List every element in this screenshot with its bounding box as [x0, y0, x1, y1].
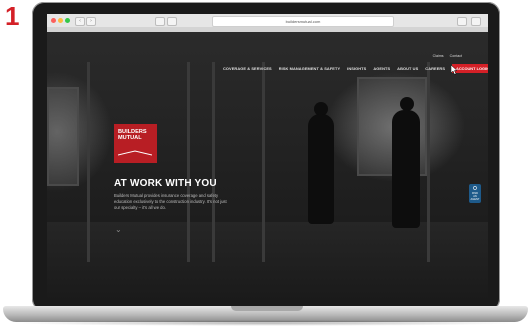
find-an-agent-label: FIND AN AGENT	[470, 192, 480, 201]
hero-heading: AT WORK WITH YOU	[114, 178, 217, 189]
worker-figure	[400, 97, 414, 111]
browser-toolbar: ‹ › buildersmutual.com	[47, 14, 488, 28]
nav-careers[interactable]: CAREERS	[425, 66, 445, 71]
tabs-icon[interactable]	[471, 17, 481, 26]
share-icon[interactable]	[457, 17, 467, 26]
claims-link[interactable]: Claims	[433, 54, 444, 58]
nav-risk-management-safety[interactable]: RISK MANAGEMENT & SAFETY	[279, 66, 340, 71]
contact-link[interactable]: Contact	[450, 54, 462, 58]
roof-icon	[118, 150, 152, 156]
wall-stud	[262, 62, 265, 262]
forward-button[interactable]: ›	[86, 17, 96, 26]
wall-stud	[187, 62, 190, 262]
laptop-notch	[231, 306, 303, 311]
nav-about-us[interactable]: ABOUT US	[397, 66, 418, 71]
hero-description: Builders Mutual provides insurance cover…	[114, 193, 227, 210]
location-icon	[473, 186, 477, 190]
mouse-pointer-icon	[451, 65, 458, 75]
wall-stud	[212, 62, 215, 262]
shield-icon[interactable]	[167, 17, 177, 26]
main-nav: COVERAGE & SERVICES RISK MANAGEMENT & SA…	[223, 64, 488, 73]
chevron-down-icon[interactable]: ⌄	[115, 225, 122, 234]
sidebar-icon[interactable]	[155, 17, 165, 26]
wall-stud	[87, 62, 90, 262]
nav-agents[interactable]: AGENTS	[373, 66, 390, 71]
address-bar[interactable]: buildersmutual.com	[212, 16, 394, 27]
worker-figure	[392, 110, 420, 228]
left-window	[47, 87, 79, 186]
window-minimize-button[interactable]	[58, 18, 63, 23]
step-number: 1	[5, 1, 20, 31]
hero-section: Claims Contact COVERAGE & SERVICES RISK …	[47, 32, 488, 302]
window-maximize-button[interactable]	[65, 18, 70, 23]
utility-nav: Claims Contact	[433, 54, 462, 58]
floor	[47, 222, 488, 302]
window-close-button[interactable]	[51, 18, 56, 23]
nav-insights[interactable]: INSIGHTS	[347, 66, 366, 71]
nav-coverage-services[interactable]: COVERAGE & SERVICES	[223, 66, 272, 71]
find-an-agent-tab[interactable]: FIND AN AGENT	[469, 184, 481, 203]
logo-line-2: MUTUAL	[118, 135, 142, 141]
logo-wordmark: BUILDERS MUTUAL	[118, 129, 147, 141]
laptop-shadow	[10, 320, 521, 326]
worker-figure	[308, 114, 334, 224]
back-button[interactable]: ‹	[75, 17, 85, 26]
laptop-screen: ‹ › buildersmutual.com Claims Contact CO…	[47, 14, 488, 302]
wall-stud	[427, 62, 430, 262]
builders-mutual-logo[interactable]: BUILDERS MUTUAL	[114, 124, 157, 163]
